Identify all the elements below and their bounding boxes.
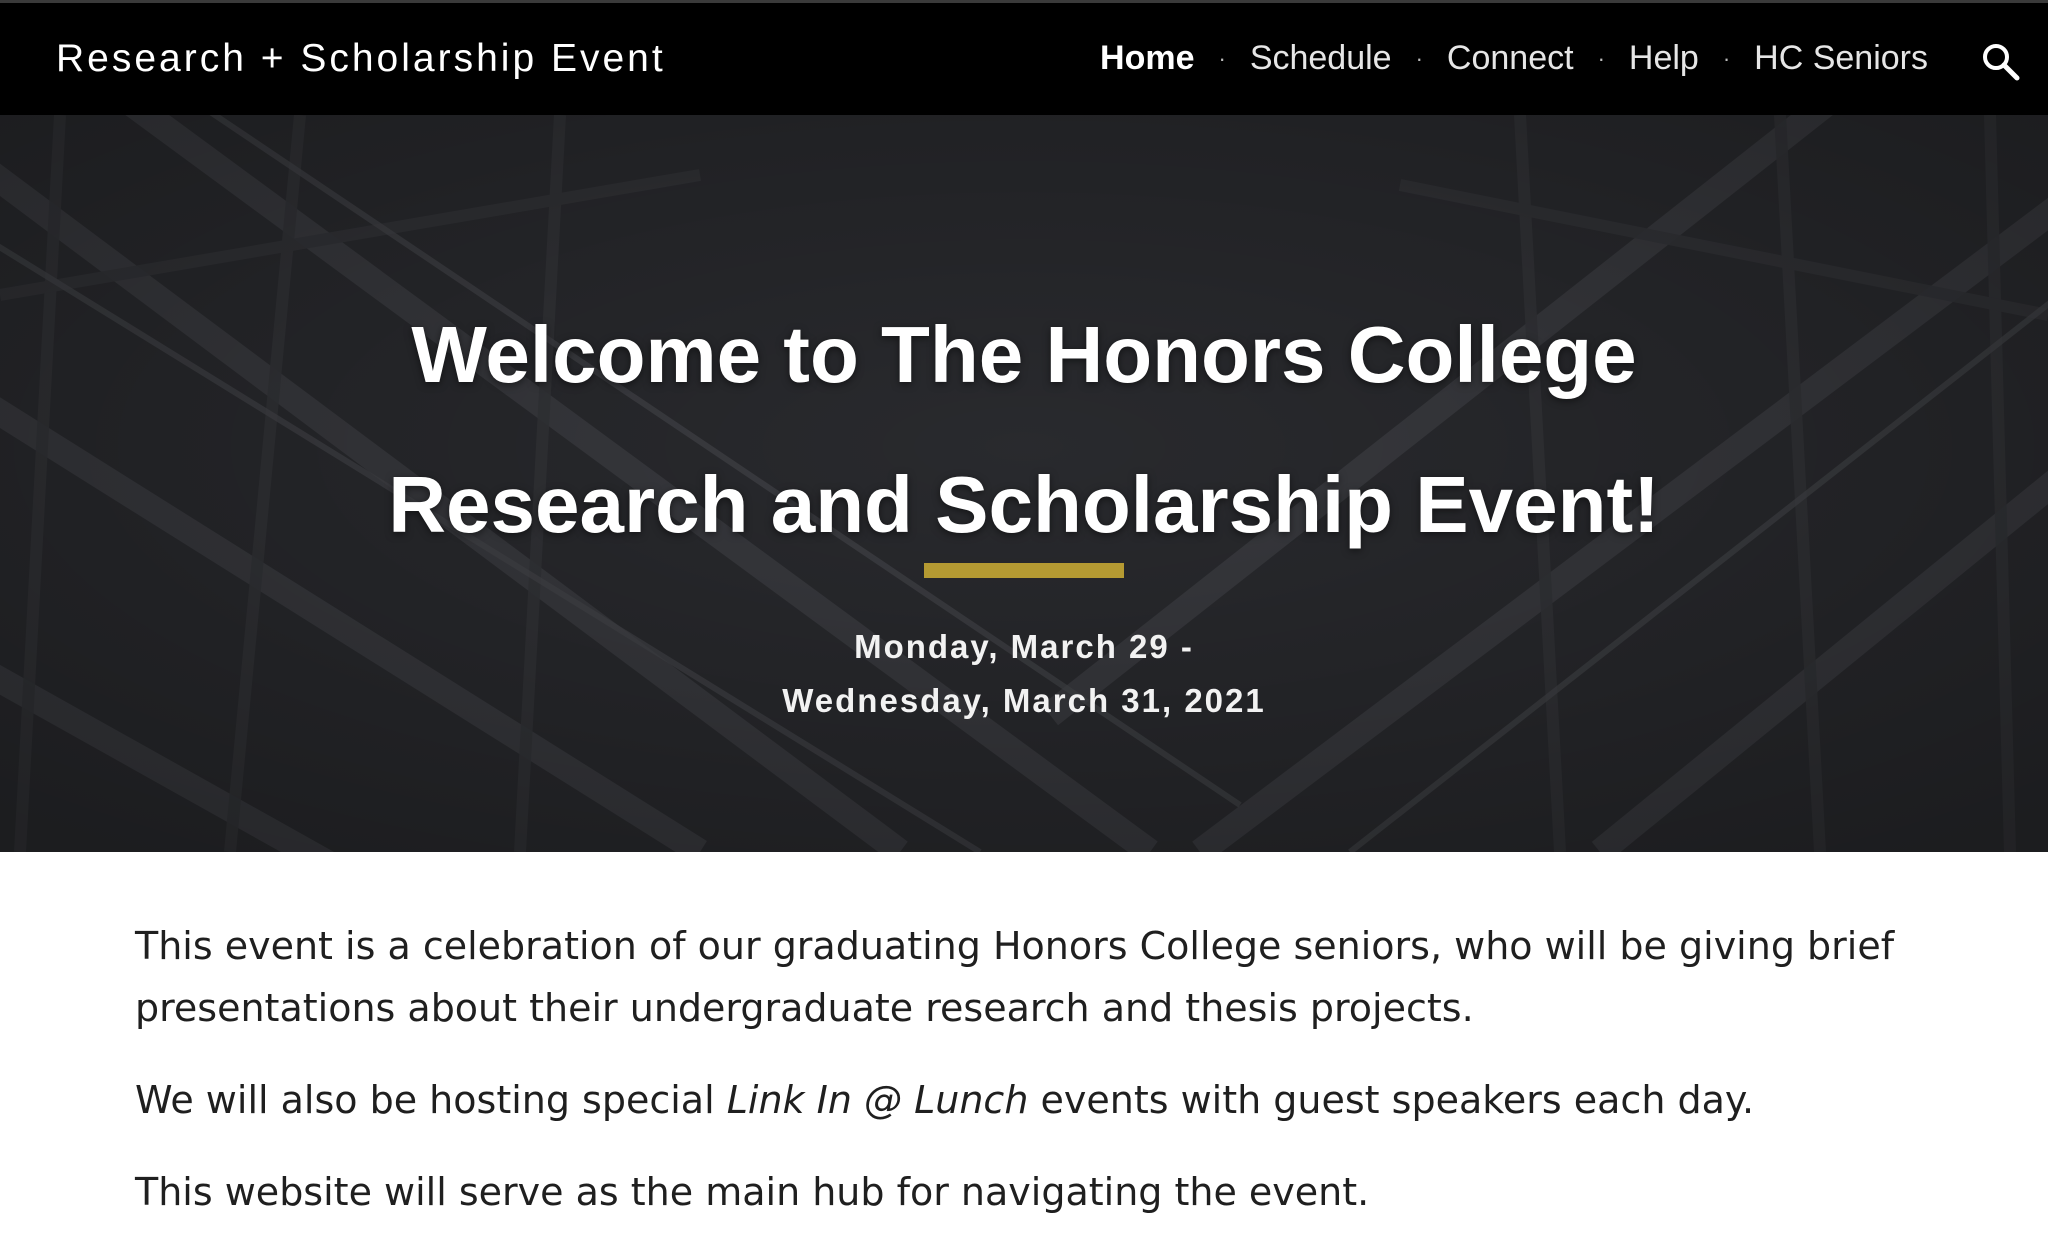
intro-paragraph-2: We will also be hosting special Link In …: [135, 1069, 1915, 1131]
nav-separator: ·: [1218, 45, 1226, 71]
nav-separator: ·: [1722, 45, 1731, 71]
intro-content: This event is a celebration of our gradu…: [135, 915, 1915, 1253]
nav-item-home[interactable]: Home: [1100, 39, 1194, 78]
search-icon[interactable]: [1980, 41, 2020, 81]
hero-title-line-2: Research and Scholarship Event!: [388, 460, 1660, 549]
intro-paragraph-2-text-start: We will also be hosting special: [135, 1078, 727, 1122]
intro-paragraph-3: This website will serve as the main hub …: [135, 1170, 1370, 1214]
link-in-lunch-text: Link In @ Lunch: [726, 1078, 1029, 1122]
hero-accent-divider: [924, 563, 1124, 578]
hero-title-line-1: Welcome to The Honors College: [411, 310, 1637, 399]
nav-item-help[interactable]: Help: [1629, 39, 1699, 78]
event-date-end: Wednesday, March 31, 2021: [782, 682, 1266, 719]
event-dates: Monday, March 29 - Wednesday, March 31, …: [0, 620, 2048, 728]
nav-item-schedule[interactable]: Schedule: [1250, 39, 1392, 78]
nav-item-connect[interactable]: Connect: [1447, 39, 1574, 78]
hero-title: Welcome to The Honors College Research a…: [0, 280, 2048, 580]
nav-separator: ·: [1597, 45, 1605, 71]
main-nav: Home · Schedule · Connect · Help · HC Se…: [1100, 39, 1928, 78]
site-title[interactable]: Research + Scholarship Event: [56, 37, 666, 81]
intro-paragraph-2-text-end: events with guest speakers each day.: [1028, 1078, 1755, 1122]
intro-paragraph-1: This event is a celebration of our gradu…: [135, 924, 1895, 1030]
nav-separator: ·: [1415, 45, 1423, 71]
event-date-start: Monday, March 29 -: [854, 628, 1194, 665]
nav-item-hc-seniors[interactable]: HC Seniors: [1754, 39, 1928, 78]
hero-banner: Welcome to The Honors College Research a…: [0, 115, 2048, 852]
top-navigation-bar: Research + Scholarship Event Home · Sche…: [0, 0, 2048, 115]
